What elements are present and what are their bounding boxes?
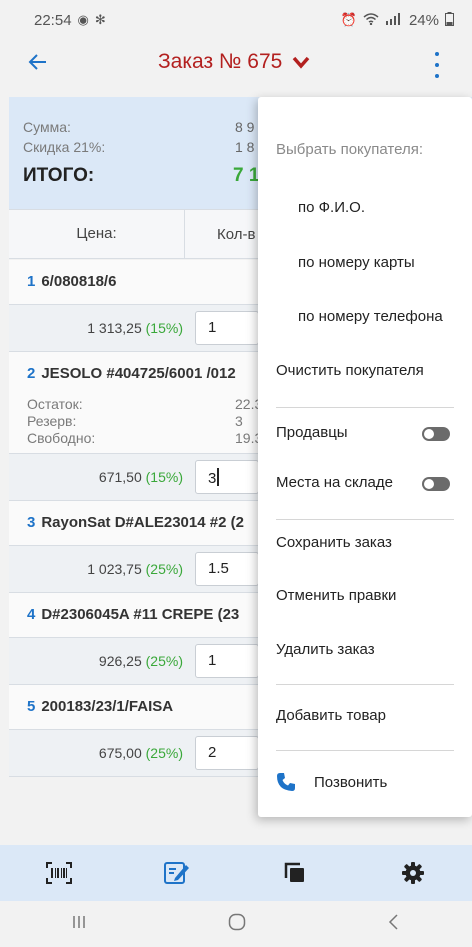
- free-label: Свободно:: [27, 430, 96, 446]
- item-price: 1 313,25 (15%): [87, 320, 183, 336]
- item-number: 4: [27, 606, 36, 623]
- item-number: 2: [27, 365, 36, 382]
- battery-icon: [445, 11, 454, 29]
- discount-value: 1 8: [235, 139, 255, 155]
- menu-item-sellers: Продавцы: [276, 424, 348, 441]
- item-number: 3: [27, 514, 36, 531]
- item-discount: (25%): [145, 653, 183, 669]
- reserve-value: 3: [235, 413, 243, 429]
- sellers-toggle[interactable]: [422, 427, 450, 441]
- home-icon: [228, 913, 246, 930]
- menu-item-add-product[interactable]: Добавить товар: [276, 707, 466, 724]
- back-button[interactable]: [28, 50, 58, 80]
- system-back-button[interactable]: [387, 913, 401, 936]
- divider: [276, 519, 454, 520]
- app-bar: Заказ № 675: [0, 40, 472, 96]
- item-name: 200183/23/1/FAISA: [41, 698, 174, 715]
- recent-apps-icon: [72, 915, 85, 928]
- arrow-left-icon: [28, 54, 46, 70]
- sum-label: Сумма:: [23, 119, 71, 135]
- overflow-menu: Выбрать покупателя: по Ф.И.О. по номеру …: [258, 97, 472, 817]
- menu-item-warehouse-places: Места на складе: [276, 474, 393, 491]
- system-nav-bar: [0, 901, 472, 947]
- item-price: 675,00 (25%): [98, 745, 183, 761]
- reserve-label: Резерв:: [27, 413, 77, 429]
- kebab-icon: [435, 52, 439, 56]
- total-label: ИТОГО:: [23, 165, 95, 186]
- select-buyer-header: Выбрать покупателя:: [276, 141, 424, 158]
- quantity-field[interactable]: 1: [195, 644, 259, 678]
- item-name: JESOLO #404725/6001 /012: [41, 365, 236, 382]
- item-name: RayonSat D#ALE23014 #2 (2: [41, 514, 244, 531]
- call-label: Позвонить: [314, 773, 388, 791]
- menu-item-by-card[interactable]: по номеру карты: [298, 254, 458, 271]
- item-price: 926,25 (25%): [98, 653, 183, 669]
- menu-item-cancel-edits[interactable]: Отменить правки: [276, 587, 466, 604]
- item-name: 6/080818/6: [41, 273, 117, 290]
- menu-item-by-name[interactable]: по Ф.И.О.: [298, 199, 458, 216]
- menu-item-clear-buyer[interactable]: Очистить покупателя: [276, 362, 466, 379]
- item-discount: (15%): [145, 469, 183, 485]
- scan-barcode-button[interactable]: [39, 853, 79, 893]
- recent-apps-button[interactable]: [71, 914, 87, 935]
- edit-order-button[interactable]: [157, 853, 197, 893]
- text-cursor: [217, 468, 220, 486]
- clock-icon: ◉: [77, 12, 89, 27]
- home-button[interactable]: [228, 913, 246, 936]
- item-number: 1: [27, 273, 36, 290]
- copy-button[interactable]: [275, 853, 315, 893]
- signal-icon: [385, 12, 403, 28]
- more-menu-button[interactable]: [432, 52, 442, 78]
- settings-button[interactable]: [393, 853, 433, 893]
- order-title-dropdown[interactable]: Заказ № 675: [158, 50, 310, 74]
- menu-item-by-phone[interactable]: по номеру телефона: [298, 308, 468, 325]
- barcode-icon: [46, 862, 72, 884]
- price-column-header: Цена:: [9, 209, 185, 259]
- gear-icon: [402, 862, 424, 884]
- menu-item-call[interactable]: Позвонить: [276, 772, 466, 792]
- item-price: 671,50 (15%): [98, 469, 183, 485]
- quantity-field[interactable]: 1.5: [195, 552, 259, 586]
- divider: [276, 750, 454, 751]
- item-discount: (15%): [145, 320, 183, 336]
- wifi-icon: [363, 12, 379, 28]
- discount-label: Скидка 21%:: [23, 139, 106, 155]
- quantity-field-active[interactable]: 3: [195, 460, 259, 494]
- quantity-field[interactable]: 2: [195, 736, 259, 770]
- divider: [276, 684, 454, 685]
- alarm-icon: ⏰: [340, 12, 357, 27]
- warehouse-places-toggle[interactable]: [422, 477, 450, 491]
- item-name: D#2306045A #11 CREPE (23: [41, 606, 240, 623]
- status-bar: 22:54 ◉ ✻ ⏰ 24%: [0, 0, 472, 40]
- screen: 22:54 ◉ ✻ ⏰ 24% Заказ № 675 Сумма: 8 9 С…: [0, 0, 472, 947]
- chevron-down-icon: [293, 56, 310, 69]
- bottom-nav: [0, 845, 472, 901]
- item-price: 1 023,75 (25%): [87, 561, 183, 577]
- qty-column-header: Кол-в: [217, 225, 256, 243]
- edit-icon: [164, 862, 189, 884]
- chevron-left-icon: [389, 913, 398, 930]
- remain-label: Остаток:: [27, 396, 83, 412]
- menu-item-save-order[interactable]: Сохранить заказ: [276, 534, 466, 551]
- divider: [276, 407, 454, 408]
- battery-level: 24%: [408, 11, 439, 29]
- phone-icon: [277, 773, 295, 791]
- item-discount: (25%): [145, 745, 183, 761]
- menu-item-delete-order[interactable]: Удалить заказ: [276, 641, 466, 658]
- sum-value: 8 9: [235, 119, 255, 135]
- item-number: 5: [27, 698, 36, 715]
- page-title: Заказ № 675: [158, 50, 283, 73]
- item-discount: (25%): [145, 561, 183, 577]
- quantity-field[interactable]: 1: [195, 311, 259, 345]
- status-time: 22:54: [34, 11, 72, 29]
- copy-icon: [284, 862, 304, 882]
- settings-status-icon: ✻: [94, 12, 106, 27]
